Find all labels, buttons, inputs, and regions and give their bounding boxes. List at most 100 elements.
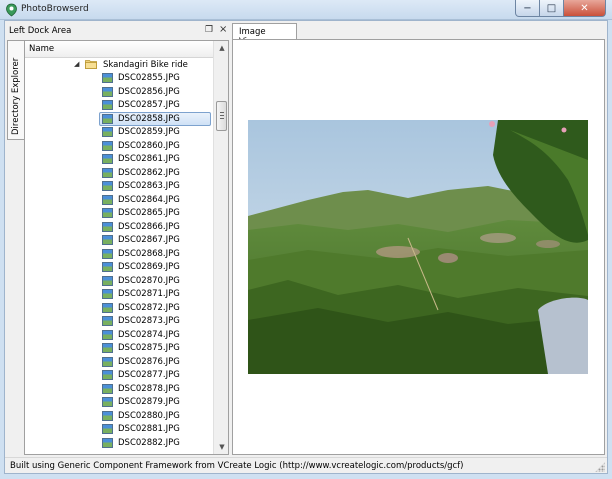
left-dock-title: Left Dock Area bbox=[9, 26, 72, 36]
scroll-up-arrow-icon[interactable]: ▲ bbox=[214, 41, 228, 55]
file-label: DSC02867.JPG bbox=[118, 235, 180, 245]
image-file-icon bbox=[102, 73, 113, 83]
maximize-button[interactable]: □ bbox=[540, 0, 564, 17]
tree-file-row[interactable]: DSC02876.JPG bbox=[25, 355, 213, 369]
image-file-icon bbox=[102, 370, 113, 380]
file-label: DSC02873.JPG bbox=[118, 316, 180, 326]
tree-file-row[interactable]: DSC02868.JPG bbox=[25, 247, 213, 261]
scroll-down-arrow-icon[interactable]: ▼ bbox=[214, 440, 228, 454]
file-label: DSC02865.JPG bbox=[118, 208, 180, 218]
file-label: DSC02875.JPG bbox=[118, 343, 180, 353]
tree-file-row[interactable]: DSC02866.JPG bbox=[25, 220, 213, 234]
folder-icon bbox=[85, 60, 97, 69]
image-file-icon bbox=[102, 235, 113, 245]
image-file-icon bbox=[102, 329, 113, 340]
tab-directory-explorer-label: Directory Explorer bbox=[11, 57, 21, 135]
file-label: DSC02857.JPG bbox=[118, 100, 180, 110]
image-file-icon bbox=[102, 289, 113, 299]
minimize-button[interactable]: − bbox=[515, 0, 540, 17]
image-file-icon bbox=[102, 167, 113, 178]
main-window-client: Left Dock Area ❐ × Directory Explorer Na… bbox=[4, 20, 608, 474]
tree-column-header[interactable]: Name bbox=[25, 41, 213, 58]
tab-directory-explorer[interactable]: Directory Explorer bbox=[7, 40, 24, 140]
tree-file-row[interactable]: DSC02875.JPG bbox=[25, 342, 213, 356]
tree-folder-row[interactable]: ◢ Skandagiri Bike ride bbox=[25, 58, 213, 72]
tree-file-row[interactable]: DSC02864.JPG bbox=[25, 193, 213, 207]
landscape-photo[interactable] bbox=[248, 120, 588, 374]
file-label: DSC02864.JPG bbox=[118, 194, 180, 205]
image-file-icon bbox=[102, 154, 113, 164]
file-label: DSC02878.JPG bbox=[118, 383, 180, 394]
image-file-icon bbox=[102, 113, 113, 124]
file-label: DSC02874.JPG bbox=[118, 329, 180, 340]
file-label: DSC02858.JPG bbox=[118, 113, 180, 124]
image-file-icon bbox=[102, 302, 113, 313]
tree-rows: ◢ Skandagiri Bike ride DSC02855.JPG DSC02… bbox=[25, 58, 213, 450]
image-file-icon bbox=[102, 127, 113, 137]
tree-file-row[interactable]: DSC02857.JPG bbox=[25, 99, 213, 113]
image-file-icon bbox=[102, 262, 113, 272]
tree-file-row[interactable]: DSC02877.JPG bbox=[25, 369, 213, 383]
tree-file-row[interactable]: DSC02870.JPG bbox=[25, 274, 213, 288]
image-file-icon bbox=[102, 208, 113, 218]
file-label: DSC02879.JPG bbox=[118, 397, 180, 407]
resize-grip-icon[interactable] bbox=[595, 462, 605, 472]
image-file-icon bbox=[102, 221, 113, 232]
tree-file-row[interactable]: DSC02880.JPG bbox=[25, 409, 213, 423]
tree-file-row[interactable]: DSC02874.JPG bbox=[25, 328, 213, 342]
image-file-icon bbox=[102, 316, 113, 326]
image-file-icon bbox=[102, 424, 113, 434]
image-file-icon bbox=[102, 410, 113, 421]
left-dock-header: Left Dock Area ❐ × bbox=[7, 23, 229, 39]
file-label: DSC02868.JPG bbox=[118, 248, 180, 259]
tree-file-row[interactable]: DSC02873.JPG bbox=[25, 315, 213, 329]
file-label: DSC02876.JPG bbox=[118, 356, 180, 367]
tree-file-row[interactable]: DSC02878.JPG bbox=[25, 382, 213, 396]
tree-column-name-label: Name bbox=[29, 44, 55, 54]
tree-file-row[interactable]: DSC02862.JPG bbox=[25, 166, 213, 180]
title-bar: PhotoBrowserd − □ ✕ bbox=[0, 0, 612, 20]
file-label: DSC02877.JPG bbox=[118, 370, 180, 380]
tree-file-row[interactable]: DSC02860.JPG bbox=[25, 139, 213, 153]
status-bar: Built using Generic Component Framework … bbox=[5, 457, 607, 474]
image-file-icon bbox=[102, 181, 113, 191]
app-icon bbox=[6, 3, 17, 17]
tree-file-row[interactable]: DSC02861.JPG bbox=[25, 153, 213, 167]
tree-file-row[interactable]: DSC02871.JPG bbox=[25, 288, 213, 302]
expand-arrow-icon[interactable]: ◢ bbox=[74, 60, 79, 68]
close-button[interactable]: ✕ bbox=[564, 0, 606, 17]
image-file-icon bbox=[102, 248, 113, 259]
tree-file-row[interactable]: DSC02863.JPG bbox=[25, 180, 213, 194]
image-file-icon bbox=[102, 86, 113, 97]
window-controls: − □ ✕ bbox=[515, 0, 606, 17]
dock-float-button[interactable]: ❐ bbox=[205, 25, 213, 35]
folder-label: Skandagiri Bike ride bbox=[103, 59, 188, 70]
status-text: Built using Generic Component Framework … bbox=[10, 461, 464, 471]
dock-close-button[interactable]: × bbox=[219, 24, 227, 35]
image-file-icon bbox=[102, 100, 113, 110]
image-file-icon bbox=[102, 140, 113, 151]
tree-file-row[interactable]: DSC02858.JPG bbox=[25, 112, 213, 126]
tree-file-row[interactable]: DSC02881.JPG bbox=[25, 423, 213, 437]
file-label: DSC02872.JPG bbox=[118, 302, 180, 313]
tree-file-row[interactable]: DSC02879.JPG bbox=[25, 396, 213, 410]
tree-file-row[interactable]: DSC02867.JPG bbox=[25, 234, 213, 248]
tree-file-row[interactable]: DSC02869.JPG bbox=[25, 261, 213, 275]
tab-image-viewer[interactable]: Image Viewer bbox=[232, 23, 297, 47]
file-label: DSC02881.JPG bbox=[118, 424, 180, 434]
tree-vertical-scrollbar[interactable]: ▲ ▼ bbox=[213, 41, 228, 454]
tree-file-row[interactable]: DSC02872.JPG bbox=[25, 301, 213, 315]
dock-splitter[interactable] bbox=[229, 23, 231, 455]
viewer-tab-bar: Image Viewer bbox=[232, 23, 606, 47]
tree-file-row[interactable]: DSC02859.JPG bbox=[25, 126, 213, 140]
tree-file-row[interactable]: DSC02882.JPG bbox=[25, 436, 213, 450]
tree-file-row[interactable]: DSC02865.JPG bbox=[25, 207, 213, 221]
file-label: DSC02856.JPG bbox=[118, 86, 180, 97]
file-label: DSC02870.JPG bbox=[118, 275, 180, 286]
tree-file-row[interactable]: DSC02856.JPG bbox=[25, 85, 213, 99]
tree-file-row[interactable]: DSC02855.JPG bbox=[25, 72, 213, 86]
image-file-icon bbox=[102, 194, 113, 205]
directory-tree[interactable]: Name ◢ Skandagiri Bike ride DSC02855.JPG… bbox=[24, 40, 229, 455]
scrollbar-thumb[interactable] bbox=[216, 101, 227, 131]
image-file-icon bbox=[102, 356, 113, 367]
